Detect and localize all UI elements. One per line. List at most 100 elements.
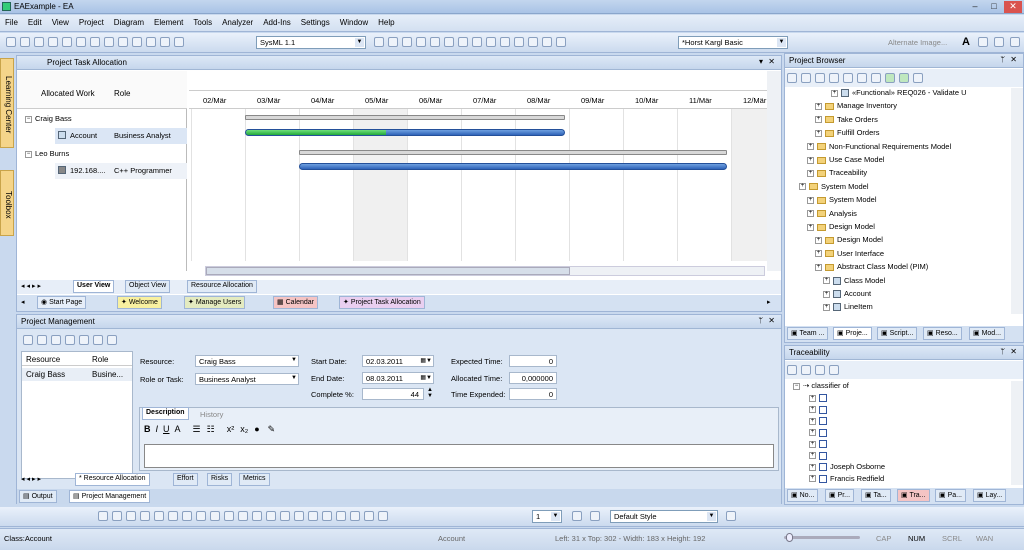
format-painter-icon[interactable] — [572, 511, 582, 521]
bullet-list-icon[interactable]: ☰ — [193, 424, 201, 434]
pan-icon[interactable] — [294, 511, 304, 521]
chevron-down-icon[interactable]: ▾ — [759, 57, 763, 66]
zoom-slider-thumb[interactable] — [786, 533, 793, 542]
expand-icon[interactable]: + — [809, 452, 816, 460]
font-icon[interactable] — [350, 511, 360, 521]
gear-icon[interactable] — [174, 37, 184, 47]
expand-icon[interactable]: + — [809, 475, 816, 483]
browser-tree-item[interactable]: + Design Model — [815, 235, 883, 244]
tab-project[interactable]: ▣ Proje... — [833, 327, 872, 340]
browser-tree-item[interactable]: + Design Model — [807, 222, 875, 231]
preview-icon[interactable] — [132, 37, 142, 47]
layout-icon[interactable] — [500, 37, 510, 47]
underline-icon[interactable]: U — [163, 424, 170, 434]
zoom-100-icon[interactable] — [266, 511, 276, 521]
menu-diagram[interactable]: Diagram — [109, 15, 149, 30]
vertical-scrollbar[interactable] — [767, 71, 781, 271]
close-button[interactable]: ✕ — [1004, 1, 1022, 13]
step-over-icon[interactable] — [444, 37, 454, 47]
tab-output[interactable]: ▤ Output — [19, 490, 57, 503]
locate-icon[interactable] — [787, 365, 797, 375]
stack-icon[interactable] — [542, 37, 552, 47]
expand-icon[interactable]: + — [809, 463, 816, 471]
window-icon[interactable] — [528, 37, 538, 47]
tab-description[interactable]: Description — [142, 407, 189, 420]
tab-start-page[interactable]: ◉ Start Page — [37, 296, 87, 309]
expand-icon[interactable]: + — [809, 417, 816, 425]
close-icon[interactable]: ✕ — [768, 316, 775, 325]
expand-icon[interactable]: + — [823, 277, 830, 285]
calendar-icon[interactable]: ▦▼ — [420, 357, 432, 364]
expand-icon[interactable]: + — [807, 169, 814, 177]
tab-tagged-values[interactable]: ▣ Ta... — [861, 489, 891, 502]
tab-history[interactable]: History — [200, 410, 223, 419]
font-color-icon[interactable]: A — [175, 424, 181, 434]
browser-tree-item[interactable]: + Fulfill Orders — [815, 128, 880, 137]
line-icon[interactable] — [994, 37, 1004, 47]
browser-tree-item[interactable]: + Abstract Class Model (PIM) — [815, 262, 928, 271]
filter-icon[interactable] — [815, 365, 825, 375]
run-icon[interactable] — [416, 37, 426, 47]
new-icon[interactable] — [23, 335, 33, 345]
eyedropper-icon[interactable] — [590, 511, 600, 521]
expand-icon[interactable]: + — [807, 210, 814, 218]
scroll-thumb[interactable] — [206, 267, 570, 275]
menu-element[interactable]: Element — [149, 15, 188, 30]
tab-scripting[interactable]: ▣ Script... — [877, 327, 918, 340]
zoom-in-icon[interactable] — [224, 511, 234, 521]
menu-help[interactable]: Help — [373, 15, 399, 30]
perspective-select[interactable]: *Horst Kargl Basic ▼ — [678, 36, 788, 49]
style-select[interactable]: Default Style ▼ — [610, 510, 718, 523]
resource-row-leo[interactable]: − Leo Burns — [25, 149, 69, 158]
font-icon[interactable]: A — [962, 36, 970, 48]
save-icon[interactable] — [34, 37, 44, 47]
debug-icon[interactable] — [388, 37, 398, 47]
tab-nav-arrows[interactable]: ◂◂▸▸ — [21, 282, 43, 290]
tab-team[interactable]: ▣ Team ... — [787, 327, 829, 340]
back-icon[interactable] — [182, 511, 192, 521]
expand-icon[interactable]: + — [823, 290, 830, 298]
step-in-icon[interactable] — [458, 37, 468, 47]
tab-effort[interactable]: Effort — [173, 473, 198, 486]
browser-tree-item[interactable]: + User Interface — [815, 249, 884, 258]
delete-icon[interactable] — [51, 335, 61, 345]
fill-icon[interactable] — [1010, 37, 1020, 47]
undo-icon[interactable] — [90, 37, 100, 47]
browser-tree-item[interactable]: + «Functional» REQ026 - Validate U — [831, 88, 967, 98]
expand-icon[interactable]: + — [809, 440, 816, 448]
description-textarea[interactable] — [144, 444, 774, 468]
tab-layout[interactable]: ▣ Lay... — [973, 489, 1007, 502]
refresh-icon[interactable] — [801, 365, 811, 375]
tab-nav-arrows[interactable]: ◂◂▸▸ — [21, 475, 43, 483]
trace-tree-item[interactable]: + Francis Redfield — [809, 474, 884, 483]
complete-field[interactable]: 44 — [362, 388, 424, 400]
mdg-icon[interactable] — [374, 37, 384, 47]
new-diagram-icon[interactable] — [801, 73, 811, 83]
tab-resource-allocation-pm[interactable]: * Resource Allocation — [75, 473, 150, 486]
expand-icon[interactable]: + — [809, 429, 816, 437]
browser-tree-item[interactable]: + Analysis — [807, 209, 857, 218]
chevron-right-icon[interactable]: ▸ — [767, 298, 771, 306]
record-icon[interactable] — [402, 37, 412, 47]
edit-icon[interactable]: ✎ — [268, 424, 276, 434]
allocated-time-field[interactable]: 0,000000 — [509, 372, 557, 384]
view-icon[interactable] — [871, 73, 881, 83]
tab-resources[interactable]: ▣ Reso... — [923, 327, 962, 340]
expand-icon[interactable]: + — [815, 236, 822, 244]
help-icon[interactable] — [913, 73, 923, 83]
pencil-icon[interactable] — [322, 511, 332, 521]
help-icon[interactable] — [829, 365, 839, 375]
close-icon[interactable]: ✕ — [1010, 347, 1017, 356]
forward-icon[interactable] — [196, 511, 206, 521]
apply-style-icon[interactable] — [726, 511, 736, 521]
fill-color-icon[interactable] — [364, 511, 374, 521]
menu-project[interactable]: Project — [74, 15, 109, 30]
gantt-summary-bar[interactable] — [299, 150, 727, 155]
browser-tree-item[interactable]: + Class Model — [823, 276, 885, 285]
tab-metrics[interactable]: Metrics — [239, 473, 270, 486]
expand-icon[interactable]: + — [809, 394, 816, 402]
collapse-icon[interactable]: − — [25, 115, 32, 123]
save-icon[interactable] — [37, 335, 47, 345]
collapse-icon[interactable]: − — [793, 382, 800, 390]
resource-select[interactable]: Craig Bass ▼ — [195, 355, 299, 367]
